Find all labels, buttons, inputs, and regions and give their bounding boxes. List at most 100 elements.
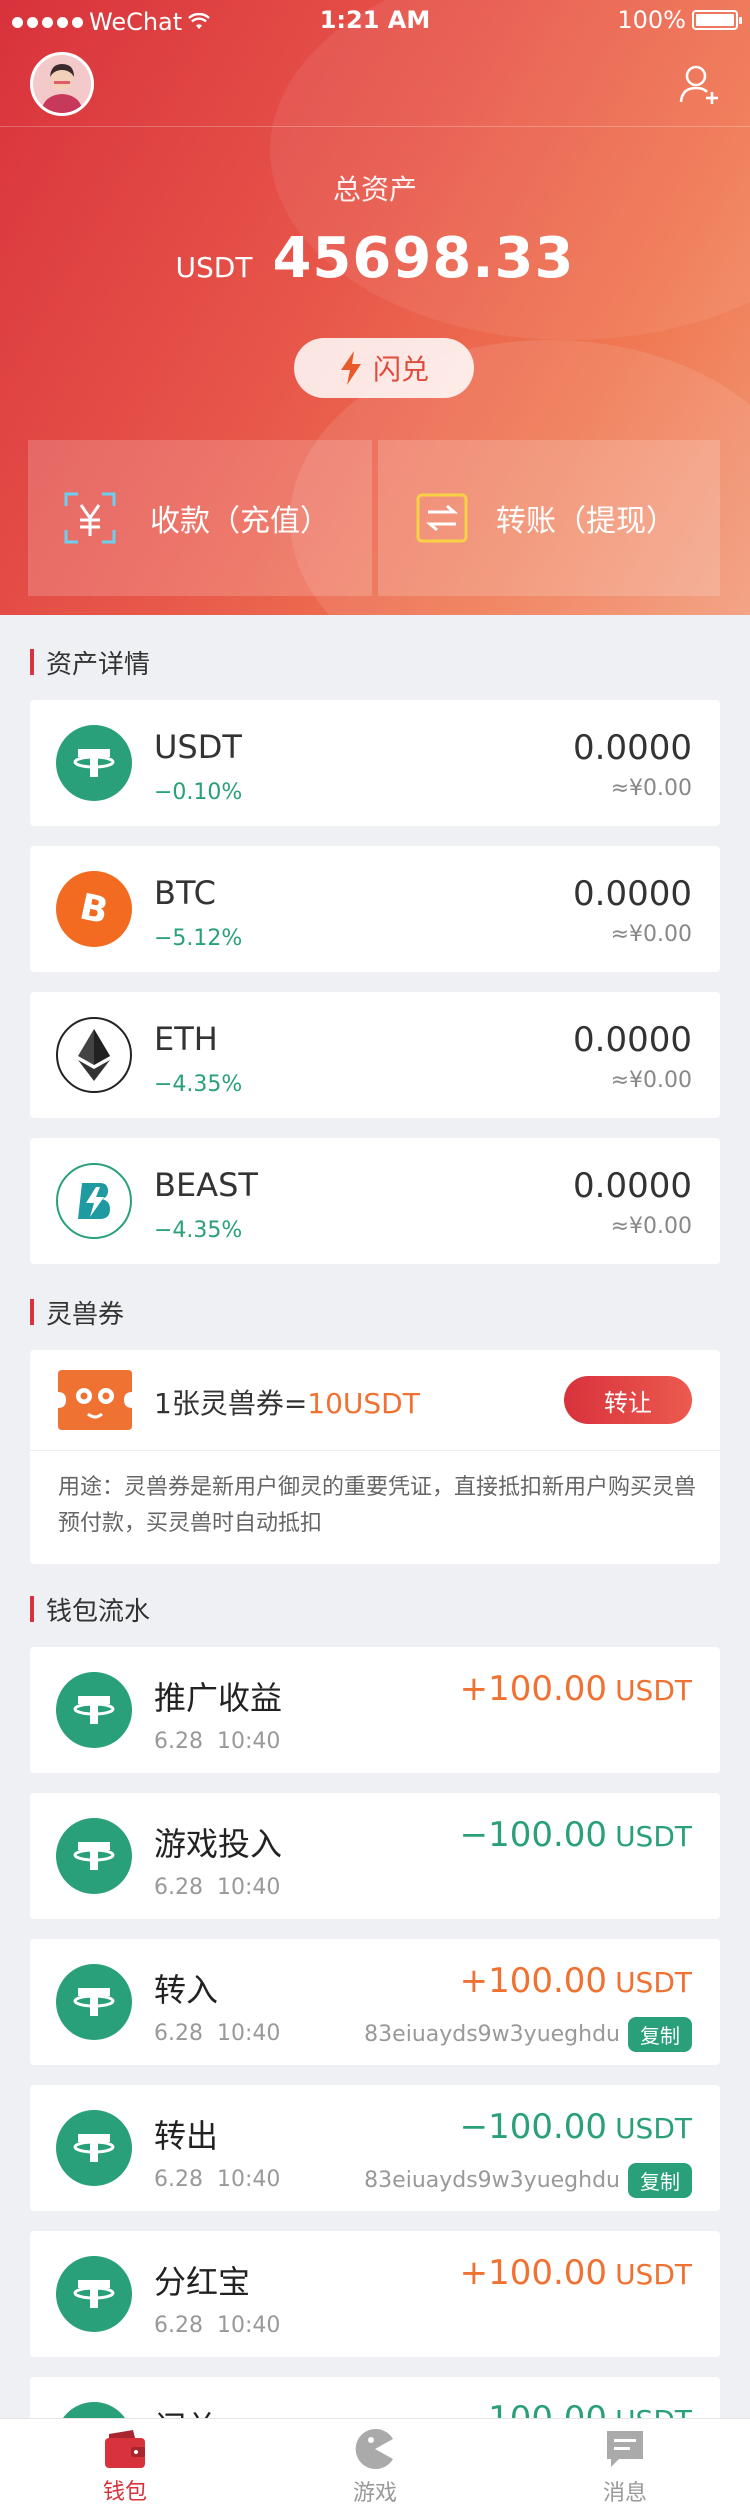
usdt-icon xyxy=(56,2256,132,2332)
flow-clock: 10:40 xyxy=(216,1729,281,1754)
voucher-card: 1张灵兽券=10USDT 转让 用途：灵兽券是新用户御灵的重要凭证，直接抵扣新用… xyxy=(30,1350,720,1564)
asset-name: BTC xyxy=(154,874,216,912)
wallet-header: WeChat 1:21 AM 100% 总资产 USDT 45698.33 闪兑 xyxy=(0,0,750,615)
copy-button[interactable]: 复制 xyxy=(628,2163,692,2198)
flow-time: 6.28 10:40 xyxy=(154,2021,280,2046)
asset-change: −0.10% xyxy=(154,780,243,805)
flow-amount-value: +100.00 xyxy=(459,1669,608,1709)
tab-label: 钱包 xyxy=(102,2479,147,2505)
flow-amount: −100.00USDT xyxy=(460,2107,692,2147)
flow-address: 83eiuayds9w3yueghdu 复制 xyxy=(364,2017,692,2052)
asset-card-usdt[interactable]: USDT −0.10% 0.0000 ≈¥0.00 xyxy=(30,700,720,826)
section-title-text: 资产详情 xyxy=(46,649,151,680)
avatar[interactable] xyxy=(30,52,94,116)
section-title-assets: 资产详情 xyxy=(30,647,150,680)
status-bar: WeChat 1:21 AM 100% xyxy=(0,0,750,40)
asset-cny: ≈¥0.00 xyxy=(610,1214,692,1239)
voucher-rate: 1张灵兽券=10USDT xyxy=(154,1382,420,1422)
voucher-rate-value: 10USDT xyxy=(307,1387,420,1420)
asset-change: −5.12% xyxy=(154,926,243,951)
total-assets: USDT 45698.33 xyxy=(0,226,750,291)
flow-time: 6.28 10:40 xyxy=(154,2313,280,2338)
beast-icon xyxy=(56,1163,132,1239)
voucher-summary: 1张灵兽券=10USDT 转让 xyxy=(30,1350,720,1450)
section-title-text: 灵兽券 xyxy=(46,1299,125,1330)
asset-card-btc[interactable]: B BTC −5.12% 0.0000 ≈¥0.00 xyxy=(30,846,720,972)
usdt-icon xyxy=(56,1964,132,2040)
header-divider xyxy=(0,126,750,127)
flow-amount-unit: USDT xyxy=(615,2112,692,2145)
flow-address: 83eiuayds9w3yueghdu 复制 xyxy=(364,2163,692,2198)
usdt-icon xyxy=(56,2110,132,2186)
flow-amount-unit: USDT xyxy=(615,2258,692,2291)
flow-title: 分红宝 xyxy=(154,2263,251,2301)
divider xyxy=(30,1450,720,1451)
flow-time: 6.28 10:40 xyxy=(154,1729,280,1754)
receive-label: 收款（充值） xyxy=(150,504,330,539)
asset-name: ETH xyxy=(154,1020,218,1058)
flow-clock: 10:40 xyxy=(216,2021,281,2046)
voucher-description: 用途：灵兽券是新用户御灵的重要凭证，直接抵扣新用户购买灵兽预付款，买灵兽时自动抵… xyxy=(58,1475,697,1536)
voucher-transfer-button[interactable]: 转让 xyxy=(564,1376,692,1424)
flow-date: 6.28 xyxy=(154,2021,203,2046)
asset-amount: 0.0000 xyxy=(573,874,692,914)
flow-date: 6.28 xyxy=(154,1729,203,1754)
battery-percent: 100% xyxy=(617,6,686,34)
tab-game[interactable]: 游戏 xyxy=(250,2419,500,2516)
section-title-flow: 钱包流水 xyxy=(30,1594,150,1627)
flow-date: 6.28 xyxy=(154,2167,203,2192)
asset-change: −4.35% xyxy=(154,1218,243,1243)
flow-time: 6.28 10:40 xyxy=(154,2167,280,2192)
flow-date: 6.28 xyxy=(154,1875,203,1900)
svg-text:B: B xyxy=(76,887,111,933)
asset-cny: ≈¥0.00 xyxy=(610,1068,692,1093)
flow-amount-value: +100.00 xyxy=(459,1961,608,2001)
flow-item[interactable]: 分红宝 6.28 10:40 +100.00 USDT xyxy=(30,2231,720,2357)
tab-label: 游戏 xyxy=(352,2480,397,2506)
flow-item[interactable]: 游戏投入 6.28 10:40 −100.00 USDT xyxy=(30,1793,720,1919)
tab-bar: 钱包 游戏 消息 xyxy=(0,2418,750,2516)
section-title-text: 钱包流水 xyxy=(46,1596,151,1627)
asset-card-beast[interactable]: BEAST −4.35% 0.0000 ≈¥0.00 xyxy=(30,1138,720,1264)
receive-button[interactable]: 收款（充值） xyxy=(28,440,372,596)
flow-amount: +100.00 USDT xyxy=(460,2253,692,2293)
flow-item[interactable]: 转入 6.28 10:40 +100.00 USDT 83eiuayds9w3yuegh… xyxy=(30,1939,720,2065)
voucher-rate-prefix: 1张灵兽券= xyxy=(154,1387,308,1420)
flow-item[interactable]: 转出 6.28 10:40 −100.00 USDT 83eiuayds9w3yuegh… xyxy=(30,2085,720,2211)
usdt-icon xyxy=(56,1818,132,1894)
tab-wallet[interactable]: 钱包 xyxy=(0,2419,250,2516)
flow-amount: +100.00 USDT xyxy=(460,1961,692,2001)
flow-item[interactable]: 推广收益 6.28 10:40 +100.00 USDT xyxy=(30,1647,720,1773)
flow-title: 转入 xyxy=(154,1971,219,2009)
flow-address-text: 83eiuayds9w3yueghdu xyxy=(364,2022,620,2047)
flow-clock: 10:40 xyxy=(216,2167,281,2192)
eth-icon xyxy=(56,1017,132,1093)
flow-amount-value: −100.00 xyxy=(459,2107,608,2147)
flow-amount-unit: USDT xyxy=(615,1820,692,1853)
message-icon xyxy=(607,2430,643,2467)
transfer-icon xyxy=(416,493,468,543)
flow-amount-unit: USDT xyxy=(615,1966,692,1999)
flow-amount-value: −100.00 xyxy=(459,1815,608,1855)
flow-title: 转出 xyxy=(154,2117,219,2155)
copy-button[interactable]: 复制 xyxy=(628,2017,692,2052)
flow-date: 6.28 xyxy=(154,2313,203,2338)
flow-amount-value: +100.00 xyxy=(459,2253,608,2293)
battery-icon xyxy=(692,10,742,30)
flow-address-text: 83eiuayds9w3yueghdu xyxy=(364,2168,620,2193)
usdt-icon xyxy=(56,725,132,801)
asset-name: BEAST xyxy=(154,1166,258,1204)
flash-exchange-button[interactable]: 闪兑 xyxy=(294,338,474,398)
ticket-icon xyxy=(58,1370,132,1430)
transfer-button[interactable]: 转账（提现） xyxy=(378,440,720,596)
user-avatar-icon xyxy=(33,55,91,113)
asset-card-eth[interactable]: ETH −4.35% 0.0000 ≈¥0.00 xyxy=(30,992,720,1118)
asset-change: −4.35% xyxy=(154,1072,243,1097)
add-user-icon[interactable] xyxy=(678,62,722,106)
game-icon xyxy=(355,2428,393,2469)
total-value: 45698.33 xyxy=(272,226,575,291)
asset-cny: ≈¥0.00 xyxy=(610,776,692,801)
tab-message[interactable]: 消息 xyxy=(500,2419,750,2516)
wallet-icon xyxy=(105,2429,145,2468)
flow-time: 6.28 10:40 xyxy=(154,1875,280,1900)
